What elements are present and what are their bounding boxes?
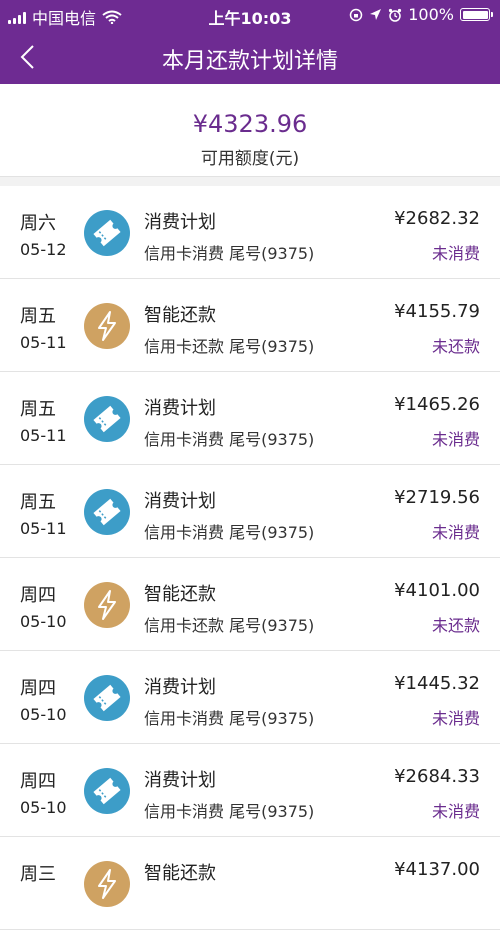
- ticket-icon: [84, 396, 130, 442]
- plan-row[interactable]: 周五 05-11 消费计划 信用卡消费 尾号(9375) ¥1465.26 未消…: [0, 372, 500, 465]
- plan-amount: ¥2684.33: [394, 766, 480, 787]
- lightning-icon: [84, 303, 130, 349]
- ticket-icon: [84, 675, 130, 721]
- plan-card-info: 信用卡消费 尾号(9375): [144, 802, 315, 821]
- alarm-icon: [389, 8, 402, 22]
- plan-name: 消费计划: [144, 398, 216, 419]
- plan-weekday: 周五: [20, 399, 56, 420]
- available-credit-summary: ¥4323.96 可用额度(元): [0, 92, 500, 176]
- plan-weekday: 周五: [20, 306, 56, 327]
- plan-weekday: 周四: [20, 771, 56, 792]
- plan-row[interactable]: 周四 05-10 智能还款 信用卡还款 尾号(9375) ¥4101.00 未还…: [0, 558, 500, 651]
- battery-icon: [460, 8, 493, 21]
- status-bar: 中国电信 上午10:03 100%: [0, 0, 500, 30]
- plan-weekday: 周六: [20, 213, 56, 234]
- plan-row[interactable]: 周五 05-11 智能还款 信用卡还款 尾号(9375) ¥4155.79 未还…: [0, 279, 500, 372]
- plan-date: 05-10: [20, 612, 67, 631]
- plan-status: 未消费: [431, 430, 480, 449]
- plan-row[interactable]: 周三 智能还款 ¥4137.00: [0, 837, 500, 930]
- plan-card-info: 信用卡消费 尾号(9375): [144, 709, 315, 728]
- plan-status: 未消费: [431, 709, 480, 728]
- plan-date: 05-10: [20, 798, 67, 817]
- plan-card-info: 信用卡还款 尾号(9375): [144, 337, 315, 356]
- nav-bar: 本月还款计划详情: [0, 30, 500, 84]
- plan-amount: ¥1445.32: [394, 673, 480, 694]
- plan-name: 消费计划: [144, 677, 216, 698]
- available-credit-label: 可用额度(元): [200, 149, 300, 169]
- plan-date: 05-11: [20, 426, 67, 445]
- ticket-icon: [84, 768, 130, 814]
- plan-date: 05-10: [20, 705, 67, 724]
- plan-name: 消费计划: [144, 491, 216, 512]
- plan-status: 未还款: [431, 337, 480, 356]
- lightning-icon: [84, 861, 130, 907]
- plan-date: 05-12: [20, 240, 67, 259]
- ticket-icon: [84, 489, 130, 535]
- battery-label: 100%: [408, 5, 454, 24]
- plan-list: 周六 05-12 消费计划 信用卡消费 尾号(9375) ¥2682.32 未消…: [0, 186, 500, 930]
- plan-card-info: 信用卡消费 尾号(9375): [144, 244, 315, 263]
- plan-amount: ¥2682.32: [394, 208, 480, 229]
- available-credit-amount: ¥4323.96: [192, 110, 308, 138]
- plan-status: 未还款: [431, 616, 480, 635]
- plan-status: 未消费: [431, 523, 480, 542]
- page-title: 本月还款计划详情: [161, 49, 338, 74]
- plan-card-info: 信用卡还款 尾号(9375): [144, 616, 315, 635]
- plan-row[interactable]: 周四 05-10 消费计划 信用卡消费 尾号(9375) ¥2684.33 未消…: [0, 744, 500, 837]
- plan-weekday: 周五: [20, 492, 56, 513]
- plan-amount: ¥2719.56: [394, 487, 480, 508]
- status-right: 100%: [349, 5, 493, 24]
- ticket-icon: [84, 210, 130, 256]
- plan-card-info: 信用卡消费 尾号(9375): [144, 523, 315, 542]
- plan-weekday: 周四: [20, 585, 56, 606]
- plan-weekday: 周四: [20, 678, 56, 699]
- plan-name: 消费计划: [144, 212, 216, 233]
- plan-row[interactable]: 周五 05-11 消费计划 信用卡消费 尾号(9375) ¥2719.56 未消…: [0, 465, 500, 558]
- plan-row[interactable]: 周四 05-10 消费计划 信用卡消费 尾号(9375) ¥1445.32 未消…: [0, 651, 500, 744]
- plan-date: 05-11: [20, 333, 67, 352]
- plan-row[interactable]: 周六 05-12 消费计划 信用卡消费 尾号(9375) ¥2682.32 未消…: [0, 186, 500, 279]
- plan-name: 智能还款: [144, 863, 216, 884]
- plan-name: 智能还款: [144, 584, 216, 605]
- plan-amount: ¥1465.26: [394, 394, 480, 415]
- plan-amount: ¥4101.00: [394, 580, 480, 601]
- plan-weekday: 周三: [20, 864, 56, 885]
- plan-name: 智能还款: [144, 305, 216, 326]
- plan-status: 未消费: [431, 802, 480, 821]
- plan-amount: ¥4137.00: [394, 859, 480, 880]
- location-icon: [370, 9, 382, 20]
- lightning-icon: [84, 582, 130, 628]
- plan-card-info: 信用卡消费 尾号(9375): [144, 430, 315, 449]
- rotation-lock-icon: [350, 8, 363, 21]
- plan-date: 05-11: [20, 519, 67, 538]
- plan-amount: ¥4155.79: [394, 301, 480, 322]
- plan-name: 消费计划: [144, 770, 216, 791]
- plan-status: 未消费: [431, 244, 480, 263]
